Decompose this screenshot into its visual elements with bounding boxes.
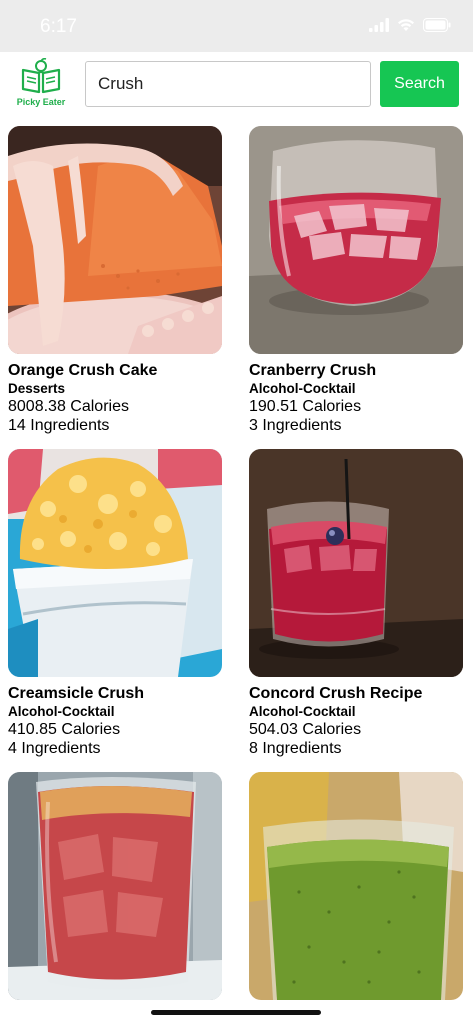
recipe-ingredients: 3 Ingredients [249, 417, 342, 434]
recipe-card[interactable]: Concord Crush Recipe Alcohol-Cocktail 50… [249, 449, 463, 758]
recipe-title: Creamsicle Crush [8, 685, 145, 702]
recipe-ingredients: 14 Ingredients [8, 417, 110, 434]
status-bar: 6:17 [0, 0, 473, 52]
recipe-category: Alcohol-Cocktail [249, 381, 356, 396]
recipe-calories: 410.85 Calories [8, 721, 121, 738]
recipe-calories: 504.03 Calories [249, 721, 362, 738]
recipe-card[interactable]: Cranberry Crush Alcohol-Cocktail 190.51 … [249, 126, 463, 435]
recipe-card[interactable]: Creamsicle Crush Alcohol-Cocktail 410.85… [8, 449, 222, 758]
recipe-title: Concord Crush Recipe [249, 685, 423, 702]
status-icons [369, 18, 451, 32]
recipe-image-cranberry-crush[interactable] [249, 126, 463, 354]
battery-icon [423, 18, 451, 32]
search-button[interactable]: Search [380, 61, 459, 107]
app-logo[interactable]: Picky Eater [14, 58, 68, 114]
recipe-category: Alcohol-Cocktail [249, 704, 356, 719]
recipe-ingredients: 4 Ingredients [8, 740, 101, 757]
home-indicator[interactable] [151, 1010, 321, 1015]
status-time: 6:17 [40, 16, 77, 37]
recipe-title: Cranberry Crush [249, 362, 377, 379]
recipe-category: Alcohol-Cocktail [8, 704, 115, 719]
recipe-image[interactable] [8, 772, 222, 1000]
recipe-title: Orange Crush Cake [8, 362, 158, 379]
recipe-image[interactable] [249, 772, 463, 1000]
wifi-icon [398, 19, 414, 31]
search-input[interactable] [85, 61, 371, 107]
header: Picky Eater Search [0, 52, 473, 118]
recipe-calories: 190.51 Calories [249, 398, 362, 415]
recipe-ingredients: 8 Ingredients [249, 740, 342, 757]
logo-text: Picky Eater [16, 97, 66, 107]
book-apple-logo-icon [21, 58, 61, 94]
recipe-image-concord-crush[interactable] [249, 449, 463, 677]
recipe-card[interactable]: Orange Crush Cake Desserts 8008.38 Calor… [8, 126, 222, 435]
recipe-card[interactable] [249, 772, 463, 1000]
recipe-image-orange-crush-cake[interactable] [8, 126, 222, 354]
recipe-category: Desserts [8, 381, 66, 396]
recipe-image-creamsicle-crush[interactable] [8, 449, 222, 677]
signal-icon [369, 18, 389, 32]
recipe-card[interactable] [8, 772, 222, 1000]
recipe-calories: 8008.38 Calories [8, 398, 129, 415]
